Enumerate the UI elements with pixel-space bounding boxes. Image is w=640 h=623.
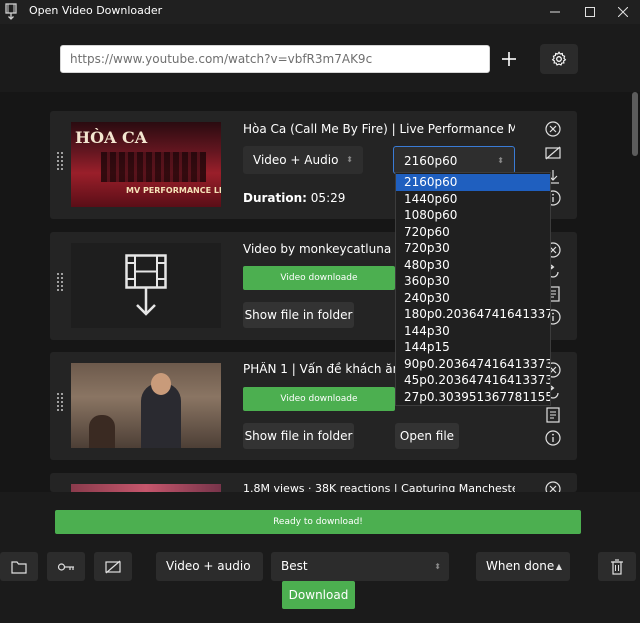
download-folder-button[interactable]	[0, 552, 38, 581]
url-input[interactable]: https://www.youtube.com/watch?v=vbfR3m7A…	[60, 45, 490, 73]
format-select[interactable]: Video + Audio ⬍	[243, 146, 363, 174]
info-button[interactable]	[544, 429, 561, 446]
thumbnail-person-2	[89, 415, 115, 448]
global-format-select[interactable]: Video + audio	[156, 552, 263, 581]
app-title: Open Video Downloader	[29, 4, 163, 17]
quality-select[interactable]: 2160p60 ⬍	[393, 146, 515, 174]
thumbnail-banner: MV PERFORMANCE LIVE	[126, 186, 221, 195]
title-bar: Open Video Downloader	[0, 0, 640, 24]
show-in-folder-button[interactable]: Show file in folder	[243, 423, 354, 449]
clear-list-button[interactable]	[598, 552, 636, 581]
global-status-bar: Ready to download!	[55, 510, 581, 534]
authentication-button[interactable]	[47, 552, 85, 581]
video-thumbnail	[71, 363, 221, 448]
video-thumbnail	[71, 243, 221, 328]
subtitles-toggle-button[interactable]	[94, 552, 132, 581]
quality-option[interactable]: 1080p60	[396, 207, 550, 224]
quality-option[interactable]: 144p30	[396, 323, 550, 340]
close-circle-icon	[544, 120, 561, 137]
quality-option[interactable]: 240p30	[396, 290, 550, 307]
remove-video-button[interactable]	[544, 481, 561, 492]
thumbnail-crowd	[101, 152, 206, 182]
key-icon	[57, 562, 74, 571]
quality-dropdown[interactable]: 2160p60 1440p60 1080p60 720p60 720p30 48…	[395, 172, 551, 406]
chevron-updown-icon: ⬍	[497, 156, 504, 165]
video-title: PHẦN 1 | Vấn đề khách ăn đơ	[243, 362, 395, 376]
video-thumbnail	[71, 484, 221, 492]
open-file-button[interactable]: Open file	[395, 423, 459, 449]
thumbnail-face	[151, 373, 171, 395]
chevron-updown-icon: ⬍	[434, 562, 441, 571]
duration: Duration: 05:29	[243, 191, 345, 205]
video-title: Hòa Ca (Call Me By Fire) | Live Performa…	[243, 122, 515, 136]
global-format-value: Video + audio	[166, 559, 251, 573]
quality-option[interactable]: 90p0.20364741641337386	[396, 356, 550, 373]
log-button[interactable]	[544, 406, 561, 423]
add-video-button[interactable]	[491, 45, 527, 73]
quality-option[interactable]: 45p0.20364741641337386	[396, 372, 550, 389]
download-status: Video downloade	[243, 387, 395, 411]
subtitles-off-icon	[105, 560, 121, 573]
quality-option[interactable]: 27p0.303951367781155	[396, 389, 550, 406]
quality-option[interactable]: 1440p60	[396, 191, 550, 208]
thumbnail-title: HÒA CA	[75, 128, 148, 147]
film-download-icon	[125, 254, 167, 316]
when-done-label: When done	[486, 559, 555, 573]
subtitles-off-button[interactable]	[544, 144, 561, 161]
drag-handle-icon[interactable]	[57, 152, 65, 172]
quality-option[interactable]: 480p30	[396, 257, 550, 274]
download-button[interactable]: Download	[282, 581, 355, 609]
document-icon	[545, 406, 560, 423]
folder-icon	[11, 560, 27, 574]
video-thumbnail: HÒA CA MV PERFORMANCE LIVE	[71, 122, 221, 207]
app-logo-icon	[5, 3, 17, 20]
quality-option[interactable]: 720p30	[396, 240, 550, 257]
drag-handle-icon[interactable]	[57, 393, 65, 413]
duration-value: 05:29	[310, 191, 346, 205]
drag-handle-icon[interactable]	[57, 273, 65, 293]
quality-option[interactable]: 2160p60	[396, 174, 550, 191]
minimize-icon	[550, 11, 560, 13]
chevron-updown-icon: ⬍	[346, 155, 353, 164]
global-quality-select[interactable]: Best ⬍	[271, 552, 449, 581]
format-select-value: Video + Audio	[253, 153, 339, 167]
show-in-folder-button[interactable]: Show file in folder	[243, 302, 354, 328]
quality-option[interactable]: 180p0.20364741641337386	[396, 306, 550, 323]
quality-option[interactable]: 144p15	[396, 339, 550, 356]
quality-option[interactable]: 360p30	[396, 273, 550, 290]
close-icon	[618, 7, 628, 17]
chevron-up-icon: ▲	[555, 562, 562, 571]
download-status: Video downloade	[243, 266, 395, 290]
quality-option[interactable]: 720p60	[396, 224, 550, 241]
list-scrollbar[interactable]	[632, 92, 638, 156]
gear-icon	[551, 51, 567, 66]
video-title: Video by monkeycatluna	[243, 242, 392, 256]
trash-icon	[611, 558, 623, 575]
duration-label: Duration:	[243, 191, 307, 205]
quality-select-value: 2160p60	[404, 154, 458, 168]
maximize-icon	[585, 7, 595, 17]
subtitles-off-icon	[544, 146, 561, 159]
video-title: 1.8M views · 38K reactions | Capturing M…	[243, 482, 515, 492]
global-quality-value: Best	[281, 559, 308, 573]
minimize-button[interactable]	[538, 0, 572, 24]
close-window-button[interactable]	[606, 0, 640, 24]
maximize-button[interactable]	[573, 0, 607, 24]
info-icon	[544, 429, 561, 446]
close-circle-icon	[544, 481, 561, 492]
when-done-select[interactable]: When done ▲	[476, 552, 570, 581]
plus-icon	[502, 52, 516, 66]
settings-button[interactable]	[540, 44, 578, 74]
remove-video-button[interactable]	[544, 120, 561, 137]
